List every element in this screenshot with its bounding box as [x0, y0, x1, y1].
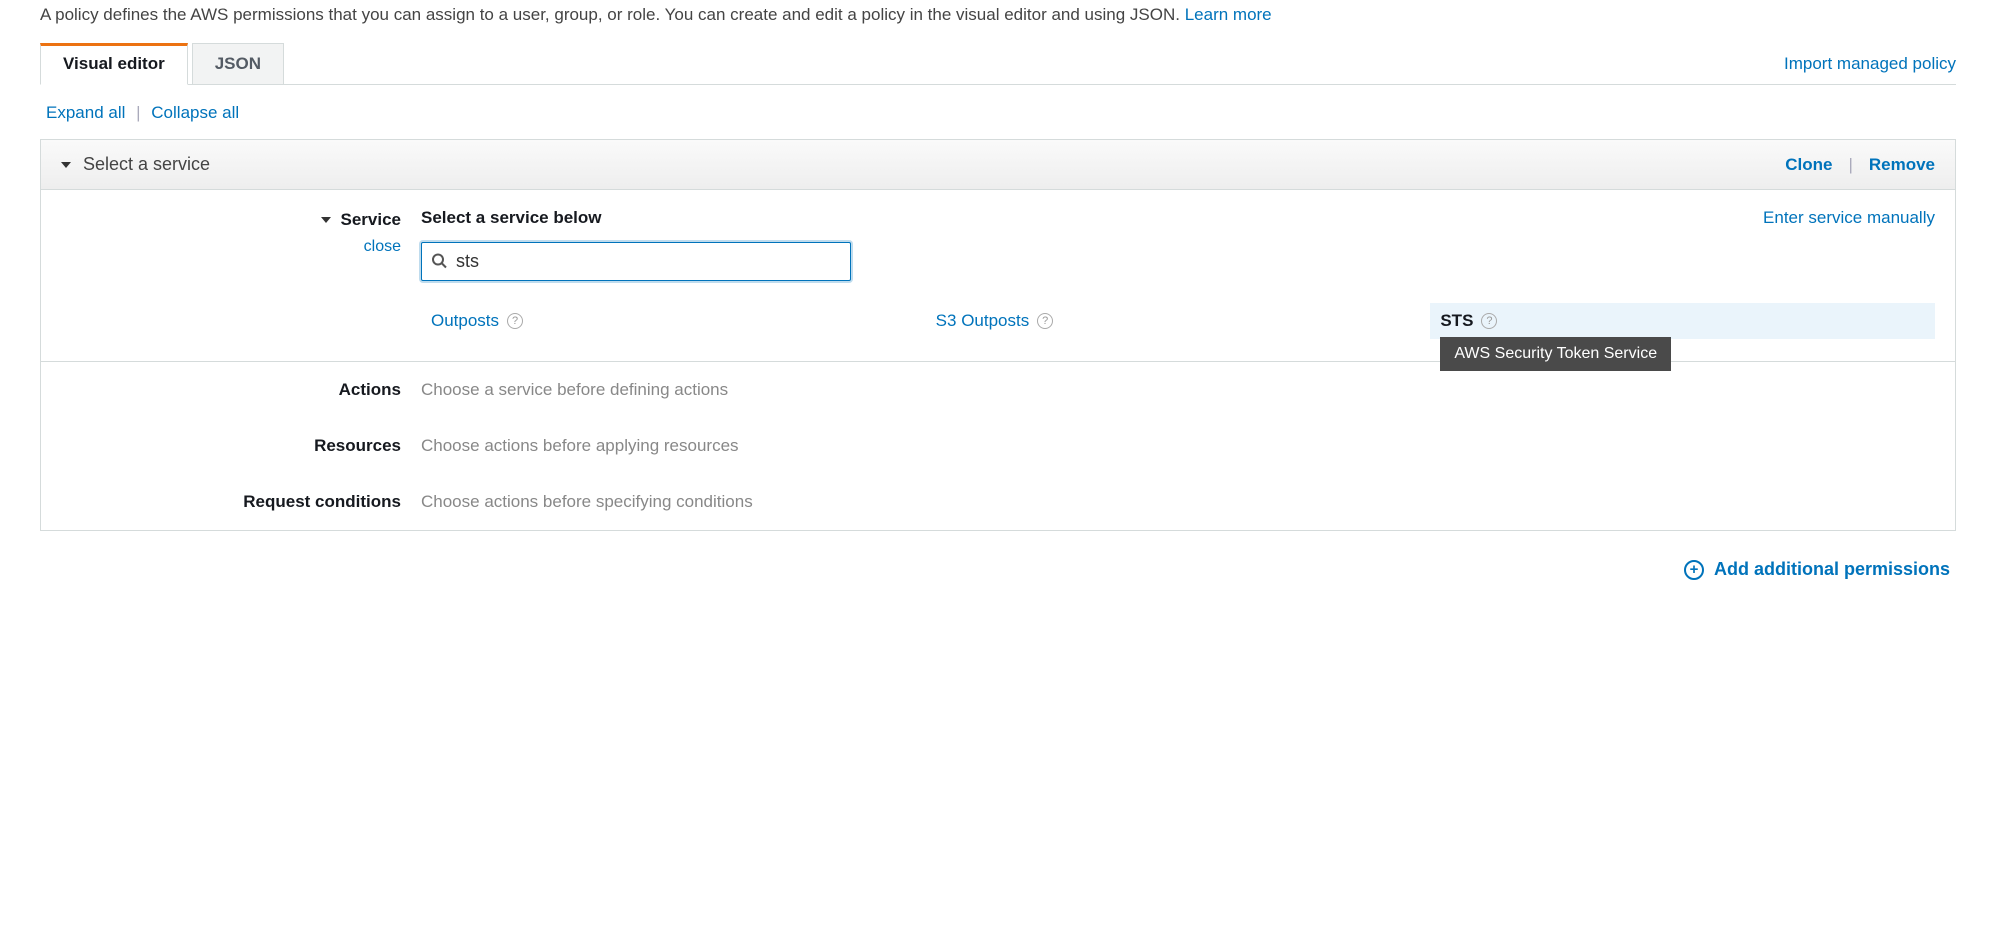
service-result-sts[interactable]: STS ? AWS Security Token Service	[1430, 303, 1935, 339]
permissions-panel: Select a service Clone | Remove Service …	[40, 139, 1956, 531]
service-label-text: Service	[341, 210, 402, 230]
tabs-row: Visual editor JSON Import managed policy	[40, 43, 1956, 85]
help-icon[interactable]: ?	[507, 313, 523, 329]
service-search	[421, 242, 851, 281]
help-icon[interactable]: ?	[1481, 313, 1497, 329]
separator: |	[136, 103, 140, 122]
remove-link[interactable]: Remove	[1869, 155, 1935, 175]
resources-section: Resources Choose actions before applying…	[41, 418, 1955, 474]
service-content: Select a service below Enter service man…	[421, 208, 1935, 339]
service-head: Select a service below Enter service man…	[421, 208, 1935, 228]
service-result-outposts[interactable]: Outposts ?	[421, 303, 926, 339]
learn-more-link[interactable]: Learn more	[1185, 5, 1272, 24]
search-icon	[431, 252, 447, 271]
actions-placeholder: Choose a service before defining actions	[421, 380, 1935, 400]
service-close-link[interactable]: close	[364, 238, 401, 255]
chevron-down-icon	[61, 162, 71, 168]
service-label-col: Service close	[61, 208, 421, 256]
resources-label: Resources	[61, 436, 421, 456]
panel-title: Select a service	[83, 154, 210, 175]
service-search-input[interactable]	[421, 242, 851, 281]
service-results: Outposts ? S3 Outposts ? STS ? AWS Secur…	[421, 303, 1935, 339]
service-section: Service close Select a service below Ent…	[41, 190, 1955, 362]
service-label[interactable]: Service	[321, 210, 402, 230]
panel-header-left: Select a service	[61, 154, 210, 175]
clone-link[interactable]: Clone	[1785, 155, 1832, 175]
result-name: S3 Outposts	[936, 311, 1030, 331]
help-icon[interactable]: ?	[1037, 313, 1053, 329]
add-permissions-row: + Add additional permissions	[40, 559, 1956, 580]
conditions-section: Request conditions Choose actions before…	[41, 474, 1955, 530]
conditions-placeholder: Choose actions before specifying conditi…	[421, 492, 1935, 512]
service-result-s3-outposts[interactable]: S3 Outposts ?	[926, 303, 1431, 339]
expand-collapse-bar: Expand all | Collapse all	[40, 103, 1956, 123]
result-name: STS	[1440, 311, 1473, 331]
enter-service-manually-link[interactable]: Enter service manually	[1763, 208, 1935, 228]
import-managed-policy-link[interactable]: Import managed policy	[1784, 54, 1956, 74]
collapse-all-link[interactable]: Collapse all	[151, 103, 239, 122]
expand-all-link[interactable]: Expand all	[46, 103, 125, 122]
tooltip: AWS Security Token Service	[1440, 337, 1671, 371]
result-name: Outposts	[431, 311, 499, 331]
tab-json[interactable]: JSON	[192, 43, 284, 84]
description-text: A policy defines the AWS permissions tha…	[40, 5, 1185, 24]
chevron-down-icon	[321, 217, 331, 223]
separator: |	[1848, 155, 1852, 175]
add-permissions-label: Add additional permissions	[1714, 559, 1950, 580]
resources-placeholder: Choose actions before applying resources	[421, 436, 1935, 456]
panel-header[interactable]: Select a service Clone | Remove	[41, 140, 1955, 190]
service-prompt: Select a service below	[421, 208, 602, 228]
plus-circle-icon: +	[1684, 560, 1704, 580]
add-additional-permissions-button[interactable]: + Add additional permissions	[1684, 559, 1950, 580]
panel-header-right: Clone | Remove	[1785, 155, 1935, 175]
tab-visual-editor[interactable]: Visual editor	[40, 43, 188, 85]
actions-label: Actions	[61, 380, 421, 400]
content: Expand all | Collapse all Select a servi…	[40, 85, 1956, 580]
tabs: Visual editor JSON	[40, 43, 288, 84]
policy-description: A policy defines the AWS permissions tha…	[40, 5, 1956, 25]
conditions-label: Request conditions	[61, 492, 421, 512]
